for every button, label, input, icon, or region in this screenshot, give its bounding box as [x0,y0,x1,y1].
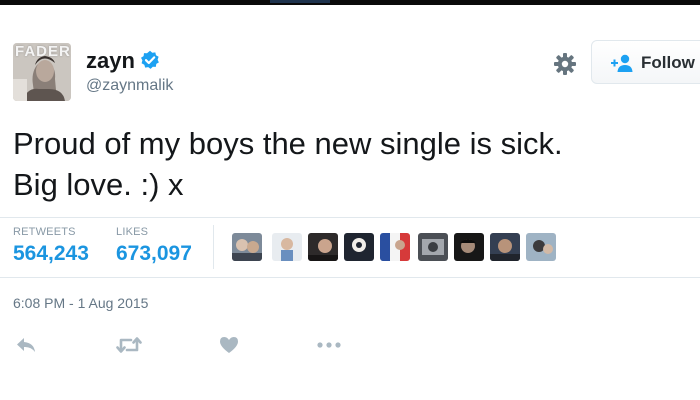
reply-button[interactable] [15,334,37,356]
liker-avatar[interactable] [380,233,410,261]
screen-name[interactable]: @zaynmalik [86,78,173,94]
liker-avatar[interactable] [232,233,262,261]
stats-bottom-divider [0,277,700,278]
follow-user-icon [611,54,633,72]
liker-avatar[interactable] [272,233,302,261]
reply-icon [17,338,35,352]
more-button[interactable] [316,334,342,356]
likes-label: LIKES [116,226,149,238]
liker-avatar[interactable] [490,233,520,261]
follow-button[interactable]: Follow [591,40,700,84]
display-name[interactable]: zayn [86,50,135,72]
tweet-text-line-2: Big love. :) x [13,167,184,202]
retweet-icon [116,337,142,353]
follow-button-label: Follow [641,53,695,72]
like-button[interactable] [218,334,240,356]
tweet-text: Proud of my boys the new single is sick.… [13,123,673,205]
liker-avatar[interactable] [344,233,374,261]
gear-icon[interactable] [553,52,577,76]
retweets-count[interactable]: 564,243 [13,243,89,264]
stats-top-divider [0,217,700,218]
more-dots-icon [317,342,341,348]
liker-avatar[interactable] [526,233,556,261]
retweets-label: RETWEETS [13,226,76,238]
verified-badge-icon [141,50,159,69]
tweet-text-line-1: Proud of my boys the new single is sick. [13,126,563,161]
top-edge-strip [0,0,700,5]
likes-count[interactable]: 673,097 [116,243,192,264]
liker-avatar[interactable] [418,233,448,261]
tweet-timestamp[interactable]: 6:08 PM - 1 Aug 2015 [13,296,148,310]
like-heart-icon [220,337,238,353]
avatar[interactable]: FADER [13,43,71,101]
liker-avatar[interactable] [454,233,484,261]
stats-vertical-divider [213,225,214,269]
avatar-brand-text: FADER [15,43,71,60]
retweet-button[interactable] [116,334,142,356]
liker-avatar[interactable] [308,233,338,261]
